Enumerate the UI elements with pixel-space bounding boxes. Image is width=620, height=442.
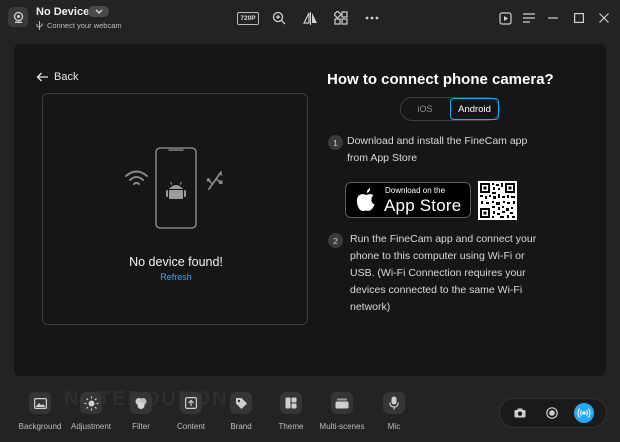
mic-icon [383,392,405,414]
back-label: Back [54,71,79,83]
sun-icon [80,392,102,414]
resolution-badge[interactable]: 720P [237,12,259,25]
toolbar-label: Background [18,422,62,431]
connect-hint-text: Connect your webcam [47,21,122,30]
device-name: No Device [36,6,90,18]
image-icon [29,392,51,414]
app-store-small-text: Download on the [385,186,446,195]
theme-icon [280,392,302,414]
step-2-text: Run the FineCam app and connect your pho… [350,231,536,316]
apple-icon [356,188,375,211]
toolbar-theme[interactable]: Theme [271,392,311,431]
toolbar-filter[interactable]: Filter [121,392,161,431]
toolbar-label: Adjustment [70,422,112,431]
toolbar-label: Multi-scenes [319,422,365,431]
photo-mode-button[interactable] [510,403,530,423]
record-mode-button[interactable] [542,403,562,423]
device-dropdown-button[interactable] [88,6,109,17]
minimize-icon[interactable] [546,10,560,26]
step-number: 1 [328,135,343,150]
camera-icon[interactable] [8,7,28,27]
live-mode-button[interactable] [574,403,594,423]
close-icon[interactable] [597,10,611,26]
step-2-line: devices connected to the same Wi-Fi [350,284,523,296]
scenes-icon [331,392,353,414]
tab-ios[interactable]: iOS [401,98,449,120]
upload-icon [180,392,202,414]
tab-android[interactable]: Android [450,98,499,120]
app-store-big-text: App Store [384,196,462,215]
toolbar-label: Content [176,422,206,431]
tag-icon [230,392,252,414]
toolbar-multi-scenes[interactable]: Multi-scenes [319,392,365,431]
maximize-icon[interactable] [572,10,586,26]
refresh-link[interactable]: Refresh [42,272,310,282]
connect-hint: Connect your webcam [36,21,122,30]
phone-icon [155,147,197,229]
more-icon[interactable] [364,10,380,26]
record-icon [546,407,558,419]
back-button[interactable]: Back [36,71,78,83]
step-1-line: Download and install the FineCam app [347,135,528,147]
record-player-icon[interactable] [498,10,512,26]
layout-icon[interactable] [333,10,349,26]
broadcast-icon [577,408,591,418]
toolbar-content[interactable]: Content [171,392,211,431]
usb-icon [36,21,43,30]
chevron-down-icon [95,9,102,14]
toolbar-label: Brand [230,422,252,431]
step-number: 2 [328,233,343,248]
qr-code-icon [478,181,517,220]
step-1-text: Download and install the FineCam app fro… [347,133,527,167]
no-device-message: No device found! [129,255,223,269]
toolbar-brand[interactable]: Brand [221,392,261,431]
toolbar-label: Filter [132,422,150,431]
step-1-line: from App Store [347,152,418,164]
usb-connection-icon [206,171,223,190]
camera-shutter-icon [514,408,526,418]
toolbar-label: Mic [387,422,401,431]
step-2-line: USB. (Wi-Fi Connection requires your [350,267,526,279]
step-2-line: Run the FineCam app and connect your [350,233,537,245]
toolbar-adjustment[interactable]: Adjustment [71,392,111,431]
menu-icon[interactable] [522,10,536,26]
filter-icon [130,392,152,414]
wifi-icon [125,170,148,185]
step-2-line: network) [350,301,391,313]
toolbar-label: Theme [278,422,304,431]
toolbar-mic[interactable]: Mic [374,392,414,431]
step-2-line: phone to this computer using Wi-Fi or [350,250,525,262]
instructions-heading: How to connect phone camera? [327,71,554,88]
mirror-icon[interactable] [302,10,318,26]
zoom-in-icon[interactable] [271,10,287,26]
toolbar-background[interactable]: Background [18,392,62,431]
arrow-left-icon [36,72,48,82]
